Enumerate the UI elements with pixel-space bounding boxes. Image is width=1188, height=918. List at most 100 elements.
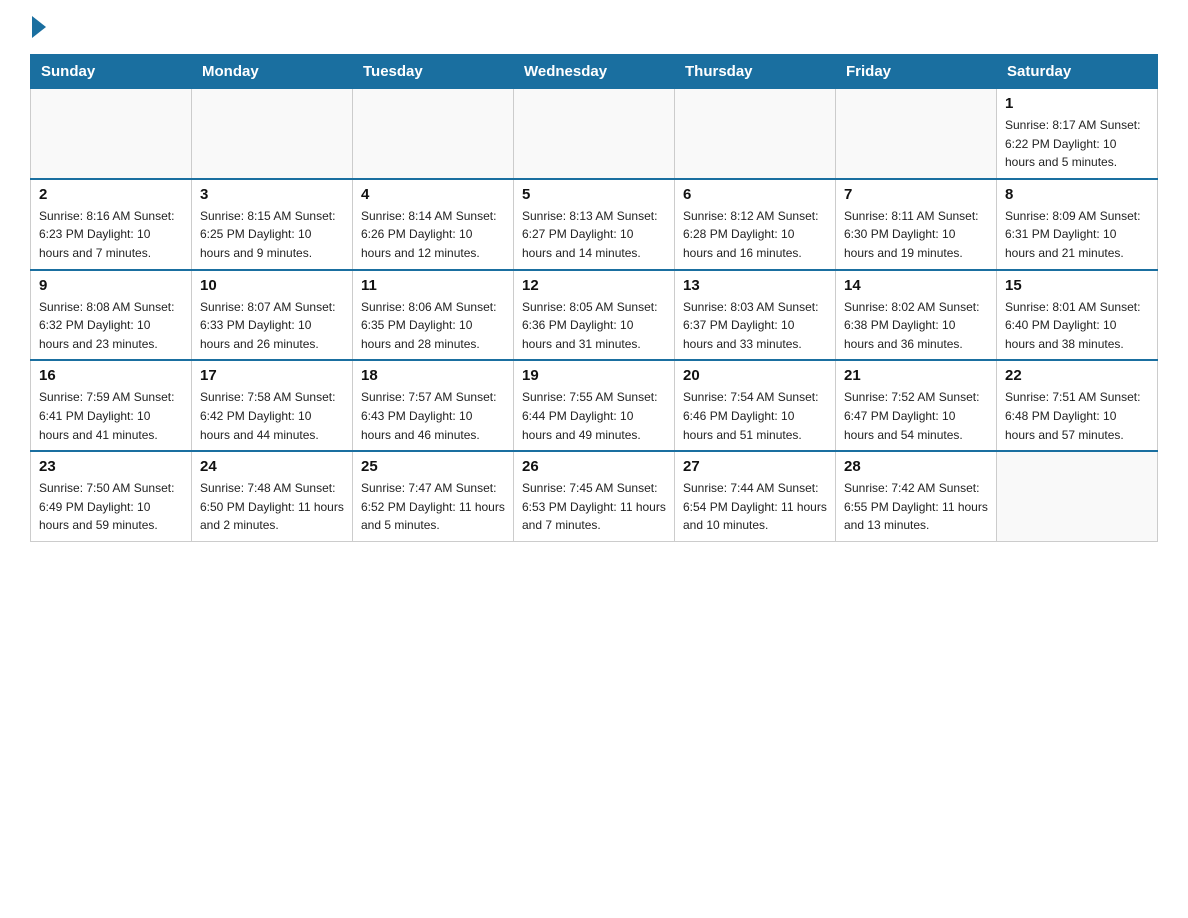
calendar-cell-week4-day7: 22 Sunrise: 7:51 AM Sunset: 6:48 PM Dayli… [997,360,1158,451]
calendar-cell-week4-day6: 21 Sunrise: 7:52 AM Sunset: 6:47 PM Dayli… [836,360,997,451]
day-number: 27 [683,458,827,475]
day-number: 16 [39,367,183,384]
day-number: 1 [1005,95,1149,112]
day-info: Sunrise: 8:12 AM Sunset: 6:28 PM Dayligh… [683,207,827,263]
day-number: 24 [200,458,344,475]
calendar-cell-week3-day5: 13Sunrise: 8:03 AM Sunset: 6:37 PM Dayli… [675,270,836,361]
calendar-cell-week5-day1: 23 Sunrise: 7:50 AM Sunset: 6:49 PM Dayli… [31,451,192,541]
day-number: 2 [39,186,183,203]
calendar-cell-week5-day4: 26 Sunrise: 7:45 AM Sunset: 6:53 PM Dayli… [514,451,675,541]
day-number: 20 [683,367,827,384]
calendar-table: SundayMondayTuesdayWednesdayThursdayFrid… [30,54,1158,542]
day-number: 8 [1005,186,1149,203]
weekday-header-sunday: Sunday [31,55,192,89]
day-number: 17 [200,367,344,384]
day-info: Sunrise: 8:06 AM Sunset: 6:35 PM Dayligh… [361,298,505,354]
day-number: 14 [844,277,988,294]
day-number: 15 [1005,277,1149,294]
weekday-header-saturday: Saturday [997,55,1158,89]
day-number: 23 [39,458,183,475]
page-header [30,20,1158,38]
weekday-header-row: SundayMondayTuesdayWednesdayThursdayFrid… [31,55,1158,89]
logo [30,20,46,38]
logo-arrow-icon [32,16,46,38]
calendar-cell-week3-day6: 14 Sunrise: 8:02 AM Sunset: 6:38 PM Dayli… [836,270,997,361]
day-info: Sunrise: 8:16 AM Sunset: 6:23 PM Dayligh… [39,207,183,263]
day-number: 18 [361,367,505,384]
calendar-cell-week4-day5: 20 Sunrise: 7:54 AM Sunset: 6:46 PM Dayli… [675,360,836,451]
calendar-cell-week3-day3: 11 Sunrise: 8:06 AM Sunset: 6:35 PM Dayli… [353,270,514,361]
calendar-week-row-2: 2 Sunrise: 8:16 AM Sunset: 6:23 PM Daylig… [31,179,1158,270]
calendar-cell-week1-day4 [514,89,675,179]
day-info: Sunrise: 8:17 AM Sunset: 6:22 PM Dayligh… [1005,116,1149,172]
day-number: 21 [844,367,988,384]
day-info: Sunrise: 7:42 AM Sunset: 6:55 PM Dayligh… [844,479,988,535]
day-info: Sunrise: 7:47 AM Sunset: 6:52 PM Dayligh… [361,479,505,535]
day-info: Sunrise: 8:07 AM Sunset: 6:33 PM Dayligh… [200,298,344,354]
calendar-cell-week1-day7: 1 Sunrise: 8:17 AM Sunset: 6:22 PM Daylig… [997,89,1158,179]
calendar-cell-week5-day6: 28 Sunrise: 7:42 AM Sunset: 6:55 PM Dayli… [836,451,997,541]
day-number: 4 [361,186,505,203]
day-number: 13 [683,277,827,294]
calendar-cell-week1-day5 [675,89,836,179]
calendar-week-row-4: 16 Sunrise: 7:59 AM Sunset: 6:41 PM Dayli… [31,360,1158,451]
day-info: Sunrise: 8:01 AM Sunset: 6:40 PM Dayligh… [1005,298,1149,354]
day-info: Sunrise: 7:54 AM Sunset: 6:46 PM Dayligh… [683,388,827,444]
day-info: Sunrise: 7:59 AM Sunset: 6:41 PM Dayligh… [39,388,183,444]
weekday-header-wednesday: Wednesday [514,55,675,89]
day-info: Sunrise: 8:09 AM Sunset: 6:31 PM Dayligh… [1005,207,1149,263]
calendar-cell-week4-day3: 18 Sunrise: 7:57 AM Sunset: 6:43 PM Dayli… [353,360,514,451]
day-number: 26 [522,458,666,475]
weekday-header-monday: Monday [192,55,353,89]
weekday-header-friday: Friday [836,55,997,89]
weekday-header-thursday: Thursday [675,55,836,89]
day-info: Sunrise: 7:51 AM Sunset: 6:48 PM Dayligh… [1005,388,1149,444]
day-info: Sunrise: 8:14 AM Sunset: 6:26 PM Dayligh… [361,207,505,263]
calendar-cell-week3-day1: 9 Sunrise: 8:08 AM Sunset: 6:32 PM Daylig… [31,270,192,361]
calendar-cell-week3-day7: 15 Sunrise: 8:01 AM Sunset: 6:40 PM Dayli… [997,270,1158,361]
calendar-cell-week2-day2: 3Sunrise: 8:15 AM Sunset: 6:25 PM Daylig… [192,179,353,270]
day-number: 6 [683,186,827,203]
day-info: Sunrise: 8:05 AM Sunset: 6:36 PM Dayligh… [522,298,666,354]
calendar-week-row-5: 23 Sunrise: 7:50 AM Sunset: 6:49 PM Dayli… [31,451,1158,541]
calendar-cell-week2-day5: 6 Sunrise: 8:12 AM Sunset: 6:28 PM Daylig… [675,179,836,270]
calendar-cell-week2-day4: 5 Sunrise: 8:13 AM Sunset: 6:27 PM Daylig… [514,179,675,270]
day-number: 10 [200,277,344,294]
day-info: Sunrise: 7:50 AM Sunset: 6:49 PM Dayligh… [39,479,183,535]
day-number: 9 [39,277,183,294]
day-info: Sunrise: 7:55 AM Sunset: 6:44 PM Dayligh… [522,388,666,444]
calendar-cell-week2-day7: 8 Sunrise: 8:09 AM Sunset: 6:31 PM Daylig… [997,179,1158,270]
day-number: 22 [1005,367,1149,384]
calendar-week-row-3: 9 Sunrise: 8:08 AM Sunset: 6:32 PM Daylig… [31,270,1158,361]
day-info: Sunrise: 7:52 AM Sunset: 6:47 PM Dayligh… [844,388,988,444]
day-number: 19 [522,367,666,384]
calendar-cell-week2-day3: 4 Sunrise: 8:14 AM Sunset: 6:26 PM Daylig… [353,179,514,270]
calendar-week-row-1: 1 Sunrise: 8:17 AM Sunset: 6:22 PM Daylig… [31,89,1158,179]
calendar-cell-week1-day6 [836,89,997,179]
day-number: 5 [522,186,666,203]
day-info: Sunrise: 7:44 AM Sunset: 6:54 PM Dayligh… [683,479,827,535]
calendar-cell-week1-day2 [192,89,353,179]
day-number: 25 [361,458,505,475]
day-info: Sunrise: 8:02 AM Sunset: 6:38 PM Dayligh… [844,298,988,354]
day-number: 28 [844,458,988,475]
calendar-cell-week1-day1 [31,89,192,179]
day-info: Sunrise: 8:08 AM Sunset: 6:32 PM Dayligh… [39,298,183,354]
calendar-cell-week3-day2: 10 Sunrise: 8:07 AM Sunset: 6:33 PM Dayli… [192,270,353,361]
calendar-cell-week2-day6: 7Sunrise: 8:11 AM Sunset: 6:30 PM Daylig… [836,179,997,270]
day-number: 12 [522,277,666,294]
day-info: Sunrise: 7:45 AM Sunset: 6:53 PM Dayligh… [522,479,666,535]
day-info: Sunrise: 8:15 AM Sunset: 6:25 PM Dayligh… [200,207,344,263]
day-number: 11 [361,277,505,294]
calendar-cell-week5-day3: 25 Sunrise: 7:47 AM Sunset: 6:52 PM Dayli… [353,451,514,541]
calendar-cell-week4-day1: 16 Sunrise: 7:59 AM Sunset: 6:41 PM Dayli… [31,360,192,451]
weekday-header-tuesday: Tuesday [353,55,514,89]
calendar-cell-week2-day1: 2 Sunrise: 8:16 AM Sunset: 6:23 PM Daylig… [31,179,192,270]
day-info: Sunrise: 7:48 AM Sunset: 6:50 PM Dayligh… [200,479,344,535]
day-info: Sunrise: 8:13 AM Sunset: 6:27 PM Dayligh… [522,207,666,263]
calendar-cell-week5-day5: 27 Sunrise: 7:44 AM Sunset: 6:54 PM Dayli… [675,451,836,541]
day-info: Sunrise: 7:57 AM Sunset: 6:43 PM Dayligh… [361,388,505,444]
calendar-cell-week4-day4: 19 Sunrise: 7:55 AM Sunset: 6:44 PM Dayli… [514,360,675,451]
day-info: Sunrise: 7:58 AM Sunset: 6:42 PM Dayligh… [200,388,344,444]
calendar-cell-week5-day2: 24 Sunrise: 7:48 AM Sunset: 6:50 PM Dayli… [192,451,353,541]
